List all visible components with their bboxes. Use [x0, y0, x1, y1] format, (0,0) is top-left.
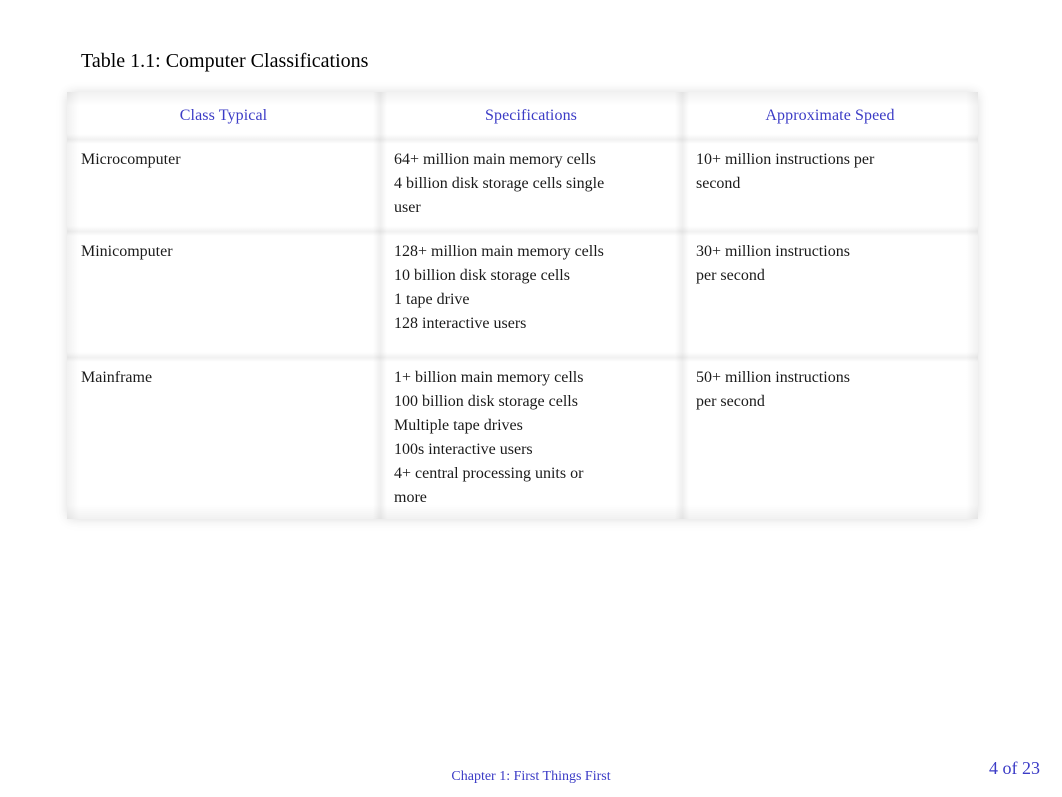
table-header-class-typical: Class Typical: [67, 92, 380, 139]
cell-line: 10+ million instructions per: [696, 151, 875, 168]
table-header-label: Specifications: [484, 106, 578, 124]
table-row: 1+ billion main memory cells 100 billion…: [380, 357, 682, 519]
table-grid: Class Typical Specifications Approximate…: [67, 92, 978, 519]
table-row: 50+ million instructions per second: [682, 357, 978, 519]
cell-line: 128 interactive users: [394, 315, 527, 332]
cell-line: 100s interactive users: [394, 441, 533, 458]
table-row: 30+ million instructions per second: [682, 231, 978, 362]
cell-line: 50+ million instructions: [696, 369, 850, 386]
cell-line: 64+ million main memory cells: [394, 151, 596, 168]
cell-line: 10 billion disk storage cells: [394, 267, 570, 284]
cell-line: Mainframe: [81, 369, 153, 386]
table-header-specifications: Specifications: [380, 92, 682, 139]
table-row: 10+ million instructions per second: [682, 139, 978, 236]
cell-line: more: [394, 489, 427, 506]
computer-classifications-table: Class Typical Specifications Approximate…: [67, 92, 978, 519]
cell-line: Multiple tape drives: [394, 417, 523, 434]
table-row: Microcomputer: [67, 139, 380, 236]
table-row: 64+ million main memory cells 4 billion …: [380, 139, 682, 236]
table-column-approximate-speed: 10+ million instructions per second 30+ …: [682, 134, 978, 519]
cell-line: per second: [696, 393, 765, 410]
cell-line: Microcomputer: [81, 151, 181, 168]
cell-line: per second: [696, 267, 765, 284]
cell-line: 1 tape drive: [394, 291, 470, 308]
cell-line: 4 billion disk storage cells single: [394, 175, 605, 192]
cell-line: 4+ central processing units or: [394, 465, 584, 482]
cell-line: 128+ million main memory cells: [394, 243, 604, 260]
table-header-label: Class Typical: [179, 106, 268, 124]
table-row: Minicomputer: [67, 231, 380, 362]
cell-line: 30+ million instructions: [696, 243, 850, 260]
table-column-class-typical: Microcomputer Minicomputer Mainframe: [67, 134, 380, 519]
cell-line: 100 billion disk storage cells: [394, 393, 578, 410]
cell-line: second: [696, 175, 741, 192]
footer-chapter-label: Chapter 1: First Things First: [451, 769, 611, 784]
cell-line: Minicomputer: [81, 243, 173, 260]
cell-line: user: [394, 199, 421, 216]
cell-line: 1+ billion main memory cells: [394, 369, 584, 386]
table-row: 128+ million main memory cells 10 billio…: [380, 231, 682, 362]
page-title: Table 1.1: Computer Classifications: [81, 50, 369, 72]
table-row: Mainframe: [67, 357, 380, 519]
table-header-approximate-speed: Approximate Speed: [682, 92, 978, 139]
footer-page-number: 4 of 23: [989, 758, 1040, 778]
table-header-label: Approximate Speed: [765, 106, 895, 124]
table-column-specifications: 64+ million main memory cells 4 billion …: [380, 134, 682, 519]
